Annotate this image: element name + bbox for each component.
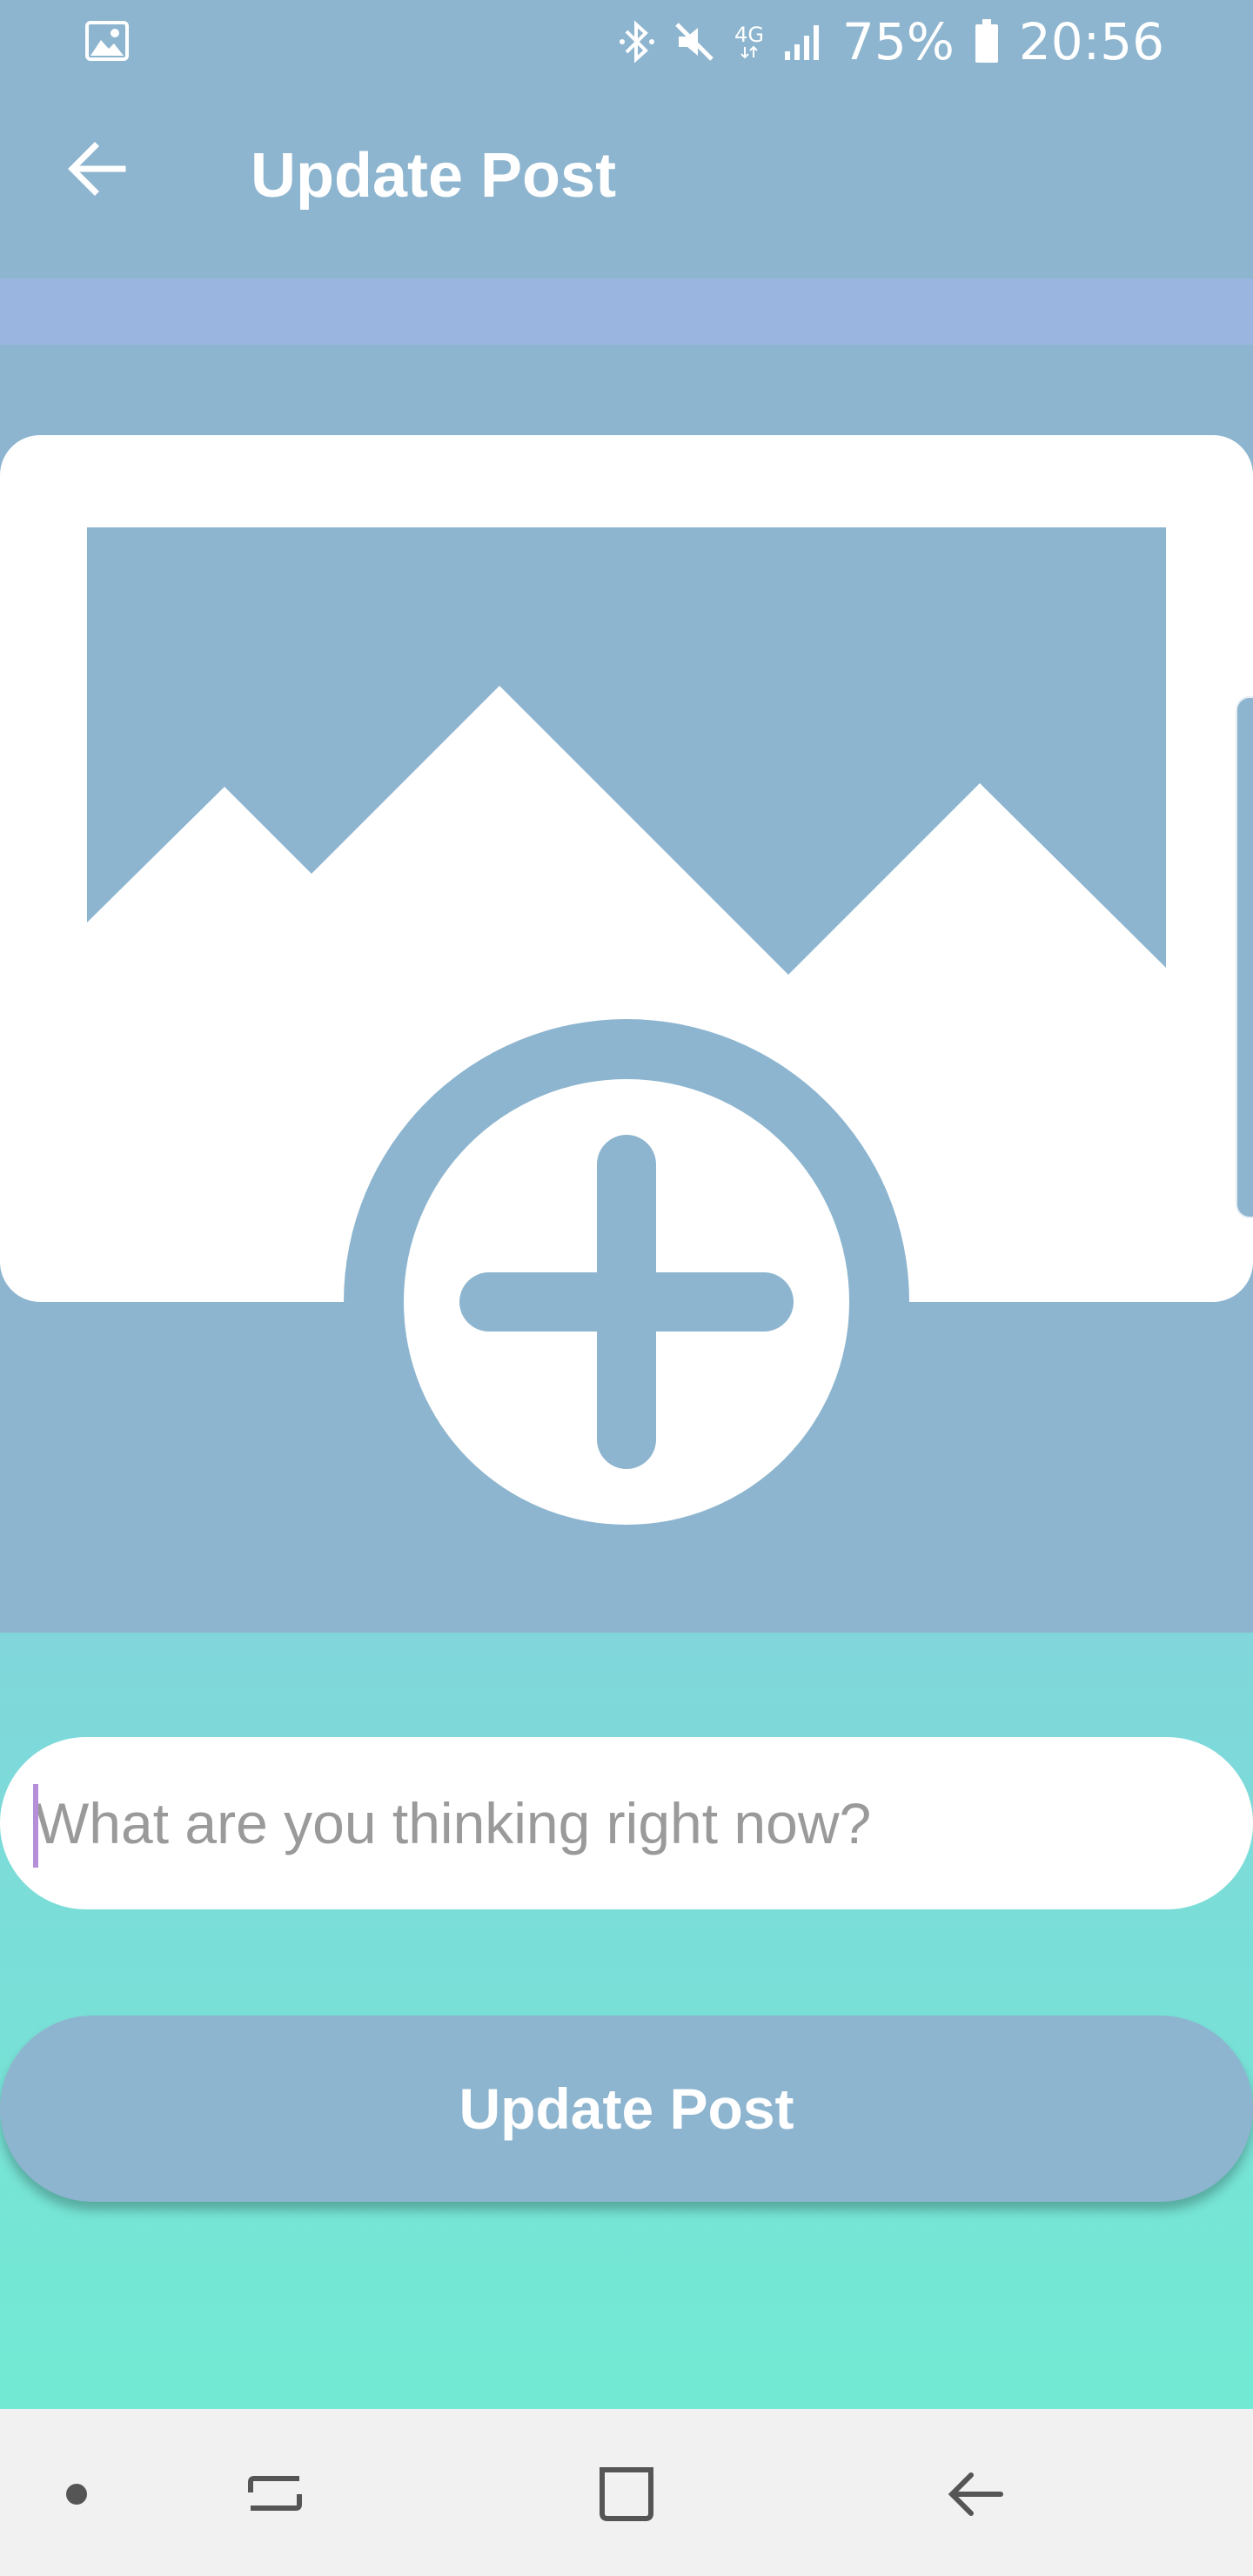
nav-back-icon[interactable] <box>924 2442 1029 2546</box>
battery-percent: 75% <box>841 12 955 71</box>
app-bar: Update Post <box>0 84 1253 278</box>
battery-icon <box>974 19 1000 64</box>
update-post-button[interactable]: Update Post <box>0 2016 1253 2202</box>
signal-icon <box>783 22 823 62</box>
scroll-handle[interactable] <box>1236 696 1253 1218</box>
form-area: What are you thinking right now? Update … <box>0 1633 1253 2409</box>
status-bar: 4G 75% 20:56 <box>0 0 1253 84</box>
mute-icon <box>673 21 715 63</box>
update-post-button-label: Update Post <box>459 2076 794 2141</box>
bluetooth-icon <box>620 19 655 64</box>
network-label: 4G <box>734 23 764 47</box>
image-notification-icon <box>85 21 129 61</box>
status-icons: 4G 75% 20:56 <box>620 10 1164 73</box>
navigation-bar <box>0 2409 1253 2576</box>
page-title: Update Post <box>251 141 617 211</box>
add-photo-icon <box>0 435 1253 1585</box>
recent-apps-icon[interactable] <box>223 2442 327 2546</box>
back-button[interactable] <box>54 127 137 211</box>
arrow-back-icon <box>68 142 126 196</box>
4g-icon: 4G <box>734 24 764 59</box>
text-cursor <box>33 1784 38 1868</box>
post-input-placeholder: What are you thinking right now? <box>35 1791 872 1855</box>
image-picker-button[interactable] <box>0 435 1253 1585</box>
dot-icon[interactable] <box>24 2442 129 2546</box>
home-icon[interactable] <box>574 2442 679 2546</box>
accent-strip <box>0 278 1253 345</box>
post-text-input[interactable]: What are you thinking right now? <box>0 1737 1253 1909</box>
clock: 20:56 <box>1018 12 1164 71</box>
